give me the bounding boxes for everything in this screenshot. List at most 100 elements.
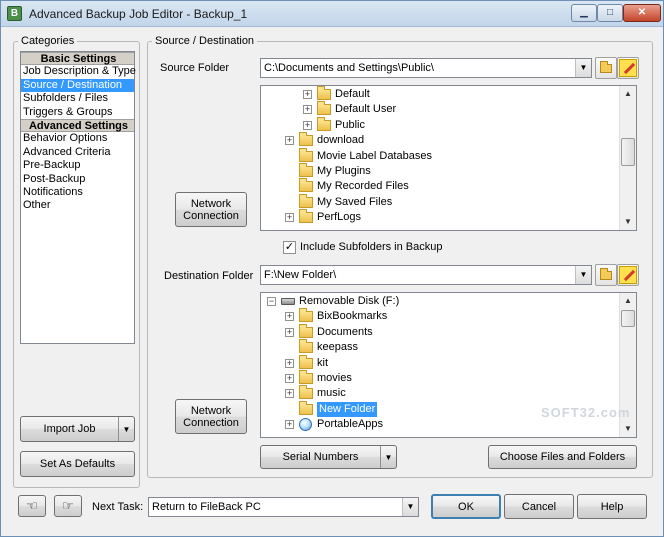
- tree-item[interactable]: + Documents: [261, 323, 616, 340]
- expand-toggle[interactable]: +: [285, 420, 294, 430]
- tree-item[interactable]: + kit: [261, 354, 616, 371]
- expand-toggle[interactable]: +: [285, 389, 294, 399]
- source-tree-scrollbar[interactable]: ▲ ▼: [619, 86, 636, 230]
- tree-item-label: My Recorded Files: [317, 180, 409, 193]
- category-item[interactable]: Source / Destination: [21, 78, 134, 93]
- expand-toggle[interactable]: +: [303, 105, 312, 115]
- source-folder-combo[interactable]: C:\Documents and Settings\Public\ ▼: [260, 58, 592, 78]
- category-item[interactable]: Post-Backup: [21, 173, 134, 186]
- tree-item[interactable]: − Removable Disk (F:): [261, 294, 616, 309]
- previous-job-button[interactable]: ☜: [18, 495, 46, 517]
- source-new-folder-button[interactable]: [595, 57, 617, 79]
- scroll-up-arrow[interactable]: ▲: [620, 86, 636, 102]
- folder-icon: [299, 147, 313, 162]
- expand-toggle[interactable]: +: [303, 90, 312, 99]
- import-job-dropdown[interactable]: ▼: [118, 417, 134, 441]
- tree-item-label: Public: [335, 118, 365, 131]
- scroll-down-arrow[interactable]: ▼: [620, 214, 636, 230]
- destination-network-connection-button[interactable]: Network Connection: [175, 399, 247, 434]
- watermark: SOFT32.com: [541, 405, 631, 420]
- category-header: Basic Settings: [21, 52, 134, 66]
- removable-disk-icon: [281, 298, 295, 305]
- tree-item[interactable]: + music: [261, 385, 616, 401]
- tree-item[interactable]: + PerfLogs: [261, 209, 616, 225]
- import-job-label: Import Job: [43, 423, 96, 435]
- set-as-defaults-button[interactable]: Set As Defaults: [20, 451, 135, 477]
- destination-folder-label: Destination Folder: [164, 270, 254, 282]
- include-subfolders-checkbox[interactable]: ✓: [283, 241, 296, 254]
- job-editor-window: B Advanced Backup Job Editor - Backup_1 …: [0, 0, 664, 537]
- tree-item-label: music: [317, 387, 346, 400]
- destination-folder-dropdown-arrow[interactable]: ▼: [575, 266, 591, 284]
- category-item[interactable]: Advanced Criteria: [21, 146, 134, 159]
- folder-icon: [317, 116, 331, 131]
- tree-item[interactable]: + Default User: [261, 101, 616, 117]
- folder-icon: [317, 101, 331, 116]
- tree-item[interactable]: Movie Label Databases: [261, 147, 616, 164]
- serial-numbers-button[interactable]: Serial Numbers ▼: [260, 445, 397, 469]
- expand-toggle[interactable]: +: [285, 213, 294, 223]
- source-folder-value: C:\Documents and Settings\Public\: [264, 62, 434, 74]
- next-task-dropdown-arrow[interactable]: ▼: [402, 498, 418, 516]
- category-item[interactable]: Pre-Backup: [21, 159, 134, 172]
- scroll-up-arrow[interactable]: ▲: [620, 293, 636, 309]
- category-item[interactable]: Job Description & Type: [21, 65, 136, 78]
- tree-item[interactable]: + download: [261, 132, 616, 148]
- tree-item[interactable]: My Recorded Files: [261, 178, 616, 194]
- category-item[interactable]: Subfolders / Files: [21, 92, 134, 105]
- scroll-thumb[interactable]: [621, 310, 635, 327]
- maximize-button[interactable]: □: [597, 4, 623, 22]
- tree-item[interactable]: + BixBookmarks: [261, 308, 616, 324]
- expand-toggle[interactable]: +: [285, 327, 294, 337]
- expand-toggle[interactable]: +: [303, 120, 312, 130]
- tree-item[interactable]: My Saved Files: [261, 193, 616, 210]
- tree-item-label: My Plugins: [317, 165, 371, 177]
- tree-item[interactable]: keepass: [261, 339, 616, 355]
- category-item[interactable]: Notifications: [21, 186, 134, 199]
- source-edit-button[interactable]: [617, 57, 639, 79]
- destination-new-folder-button[interactable]: [595, 264, 617, 286]
- destination-edit-button[interactable]: [617, 264, 639, 286]
- expand-toggle[interactable]: +: [285, 358, 294, 368]
- tree-item-label: My Saved Files: [317, 195, 393, 208]
- tree-item[interactable]: + movies: [261, 370, 616, 386]
- tree-item-label: download: [317, 134, 365, 147]
- serial-numbers-label: Serial Numbers: [282, 451, 359, 463]
- app-icon: B: [7, 6, 22, 21]
- ok-button[interactable]: OK: [431, 494, 501, 519]
- tree-item[interactable]: + Default: [261, 86, 616, 102]
- category-item[interactable]: Other: [21, 199, 134, 212]
- source-network-connection-button[interactable]: Network Connection: [175, 192, 247, 227]
- tree-item[interactable]: + Public: [261, 116, 616, 133]
- source-folder-tree[interactable]: ▲ ▼ + Default + Default User + Public + downloa…: [260, 85, 637, 231]
- collapse-toggle[interactable]: −: [267, 297, 276, 306]
- next-job-button[interactable]: ☞: [54, 495, 82, 517]
- category-item[interactable]: Triggers & Groups: [21, 106, 134, 119]
- minimize-button[interactable]: ▁: [571, 4, 597, 22]
- destination-folder-combo[interactable]: F:\New Folder\ ▼: [260, 265, 592, 285]
- tree-item[interactable]: My Plugins: [261, 163, 616, 179]
- folder-icon: [299, 385, 313, 400]
- cancel-button[interactable]: Cancel: [504, 494, 574, 519]
- scroll-down-arrow[interactable]: ▼: [620, 421, 636, 437]
- import-job-button[interactable]: Import Job ▼: [20, 416, 135, 442]
- category-item[interactable]: Behavior Options: [21, 132, 134, 145]
- folder-icon: [299, 323, 313, 338]
- expand-toggle[interactable]: +: [285, 374, 294, 383]
- next-task-combo[interactable]: Return to FileBack PC ▼: [148, 497, 419, 517]
- new-folder-icon: [600, 60, 612, 73]
- expand-toggle[interactable]: +: [285, 136, 294, 146]
- categories-list[interactable]: Basic Settings Job Description & Type Sour…: [20, 51, 136, 344]
- choose-files-and-folders-button[interactable]: Choose Files and Folders: [488, 445, 637, 469]
- scroll-thumb[interactable]: [621, 138, 635, 166]
- expand-toggle[interactable]: +: [285, 312, 294, 322]
- help-button[interactable]: Help: [577, 494, 647, 519]
- pencil-icon: [619, 59, 637, 77]
- next-task-label: Next Task:: [92, 501, 144, 513]
- source-folder-dropdown-arrow[interactable]: ▼: [575, 59, 591, 77]
- folder-icon: [299, 193, 313, 208]
- close-button[interactable]: ✕: [623, 4, 661, 22]
- tree-item-label: Removable Disk (F:): [299, 295, 400, 307]
- serial-numbers-dropdown[interactable]: ▼: [380, 446, 396, 468]
- title-bar[interactable]: B Advanced Backup Job Editor - Backup_1 …: [1, 1, 663, 27]
